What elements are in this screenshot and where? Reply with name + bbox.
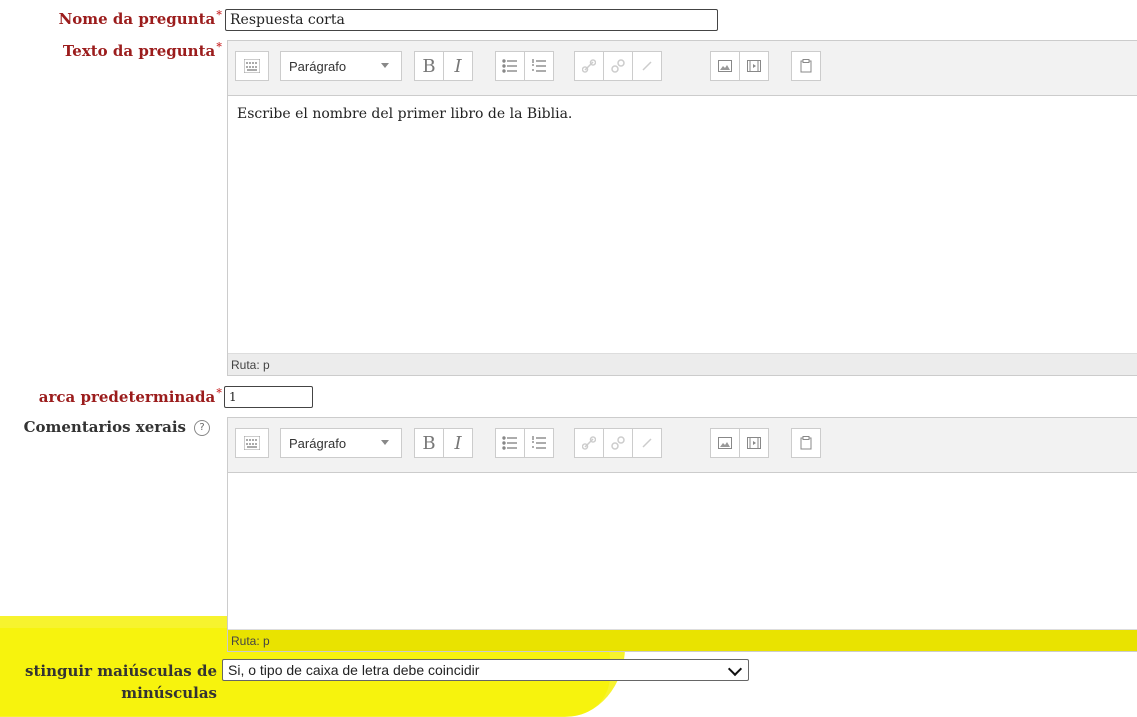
dropdown-arrow-icon [381,63,389,68]
image-icon[interactable] [710,428,740,458]
unlink-icon[interactable] [603,51,633,81]
italic-button[interactable]: I [443,51,473,81]
bold-button[interactable]: B [414,428,444,458]
manage-files-icon[interactable] [791,428,821,458]
default-mark-label: arca predeterminada* [38,386,222,406]
unordered-list-icon[interactable] [495,428,525,458]
anchor-icon[interactable] [632,428,662,458]
link-icon[interactable] [574,51,604,81]
editor-path: Ruta: p [228,629,1137,651]
manage-files-icon[interactable] [791,51,821,81]
question-name-input[interactable] [225,9,718,31]
question-text-editor[interactable]: Parágrafo B I Escribe el nombre del prim… [227,40,1137,376]
question-circle-icon[interactable]: ? [194,420,210,436]
link-icon[interactable] [574,428,604,458]
unlink-icon[interactable] [603,428,633,458]
paragraph-label: Parágrafo [289,435,347,451]
editor-toolbar: Parágrafo B I [228,418,1137,473]
default-mark-input[interactable] [224,386,313,408]
ordered-list-icon[interactable] [524,51,554,81]
toolbar-toggle-icon[interactable] [235,51,269,81]
media-icon[interactable] [739,51,769,81]
general-feedback-editor[interactable]: Parágrafo B I Ruta: p [227,417,1137,652]
anchor-icon[interactable] [632,51,662,81]
toolbar-toggle-icon[interactable] [235,428,269,458]
dropdown-arrow-icon [381,440,389,445]
question-name-label: Nome da pregunta* [58,8,222,28]
general-feedback-content[interactable] [228,473,1137,493]
editor-toolbar: Parágrafo B I [228,41,1137,96]
ordered-list-icon[interactable] [524,428,554,458]
case-sensitivity-select[interactable]: Si, o tipo de caixa de letra debe coinci… [222,659,749,681]
italic-button[interactable]: I [443,428,473,458]
bold-button[interactable]: B [414,51,444,81]
general-feedback-label: Comentarios xerais? [24,418,210,436]
case-sensitivity-label: stinguir maiúsculas de minúsculas [25,662,217,702]
editor-path: Ruta: p [228,353,1137,375]
question-text-label: Texto da pregunta* [62,40,222,60]
media-icon[interactable] [739,428,769,458]
image-icon[interactable] [710,51,740,81]
paragraph-dropdown[interactable]: Parágrafo [280,428,402,458]
paragraph-label: Parágrafo [289,58,347,74]
paragraph-dropdown[interactable]: Parágrafo [280,51,402,81]
unordered-list-icon[interactable] [495,51,525,81]
case-sensitivity-value: Si, o tipo de caixa de letra debe coinci… [228,662,480,678]
question-text-content[interactable]: Escribe el nombre del primer libro de la… [228,96,1137,132]
chevron-down-icon [727,661,743,677]
